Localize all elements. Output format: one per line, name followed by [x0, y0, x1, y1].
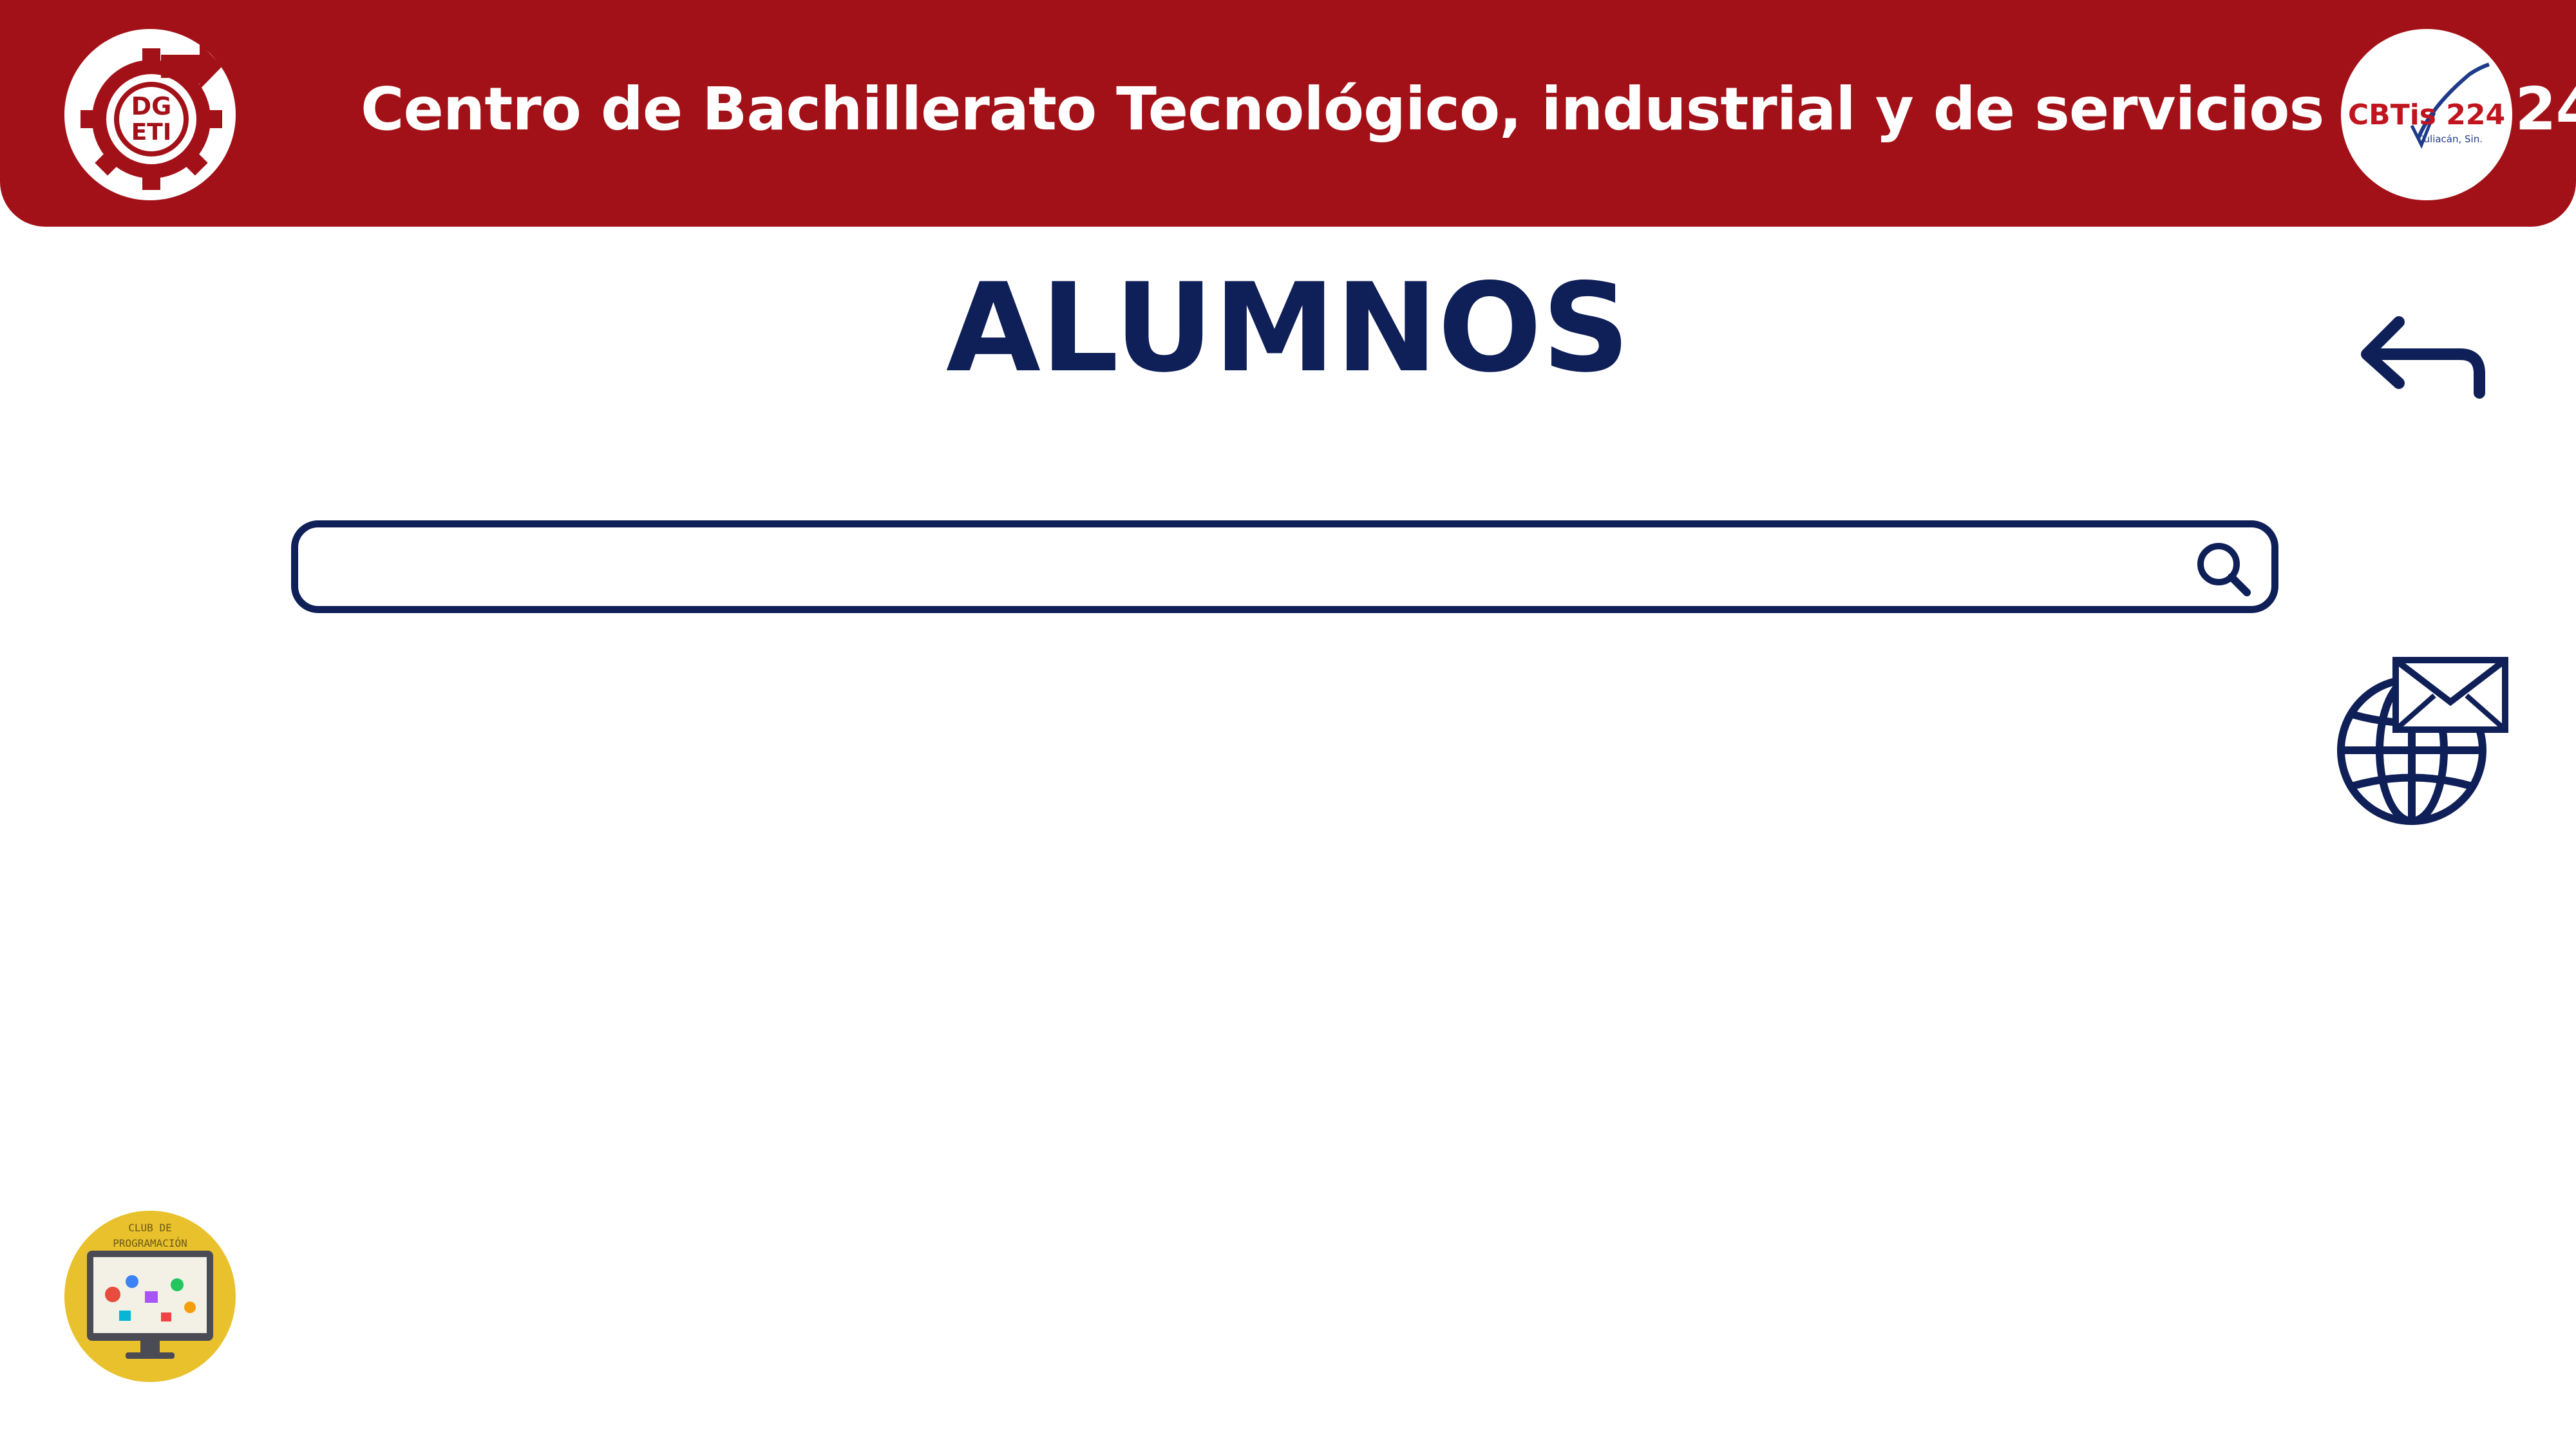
dgeti-logo: DG ETI: [64, 29, 236, 200]
return-arrow-icon: [2361, 316, 2485, 399]
school-name: Centro de Bachillerato Tecnológico, indu…: [361, 75, 2576, 144]
web-mail-button[interactable]: [2334, 654, 2515, 834]
dgeti-logo-text-bottom: ETI: [131, 119, 172, 146]
globe-mail-icon: [2337, 657, 2508, 825]
dgeti-logo-text-top: DG: [131, 92, 172, 120]
cbtis-logo: CBTis 224 Culiacán, Sin.: [2341, 29, 2512, 200]
search-input[interactable]: [330, 540, 2149, 600]
page-title: ALUMNOS: [945, 257, 1631, 399]
search-button[interactable]: [2192, 537, 2256, 601]
club-logo-text-bottom: PROGRAMACIÓN: [113, 1237, 187, 1249]
programming-club-logo: CLUB DE PROGRAMACIÓN: [64, 1211, 236, 1382]
header-bar: DG ETI Centro de Bachillerato Tecnológic…: [0, 0, 2576, 227]
magnifier-icon: [2197, 543, 2251, 596]
cbtis-logo-subtext: Culiacán, Sin.: [2417, 133, 2483, 145]
back-button[interactable]: [2351, 299, 2492, 402]
search-bar: [291, 520, 2278, 613]
club-logo-text-top: CLUB DE: [128, 1222, 171, 1234]
cbtis-logo-text: CBTis 224: [2348, 99, 2505, 131]
